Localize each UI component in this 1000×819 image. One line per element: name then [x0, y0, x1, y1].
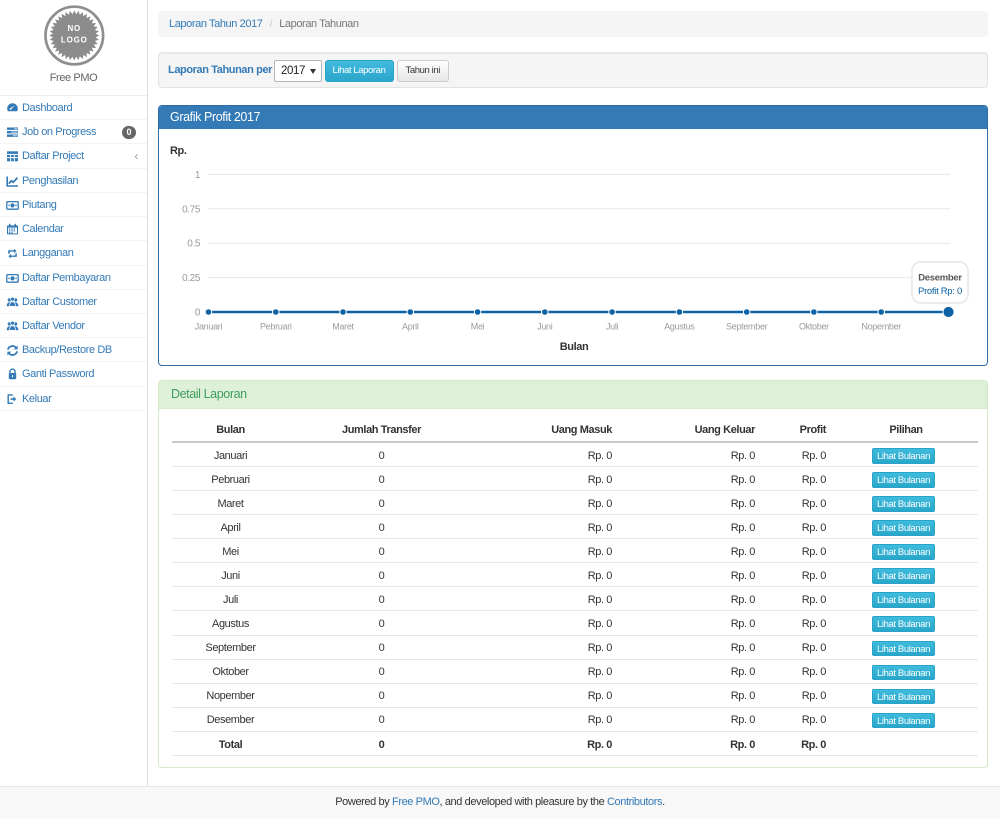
svg-text:Oktober: Oktober [799, 322, 829, 332]
svg-text:Profit Rp: 0: Profit Rp: 0 [918, 286, 962, 297]
svg-text:NO: NO [67, 24, 81, 33]
svg-text:Agustus: Agustus [664, 322, 695, 332]
svg-text:1: 1 [195, 170, 201, 181]
svg-text:Juni: Juni [537, 322, 553, 332]
svg-text:0.25: 0.25 [182, 273, 201, 284]
svg-text:LOGO: LOGO [61, 36, 88, 45]
svg-text:September: September [726, 322, 768, 332]
svg-text:0.75: 0.75 [182, 204, 201, 215]
svg-text:Maret: Maret [332, 322, 354, 332]
svg-text:Mei: Mei [471, 322, 485, 332]
svg-text:Juli: Juli [606, 322, 619, 332]
svg-text:0.5: 0.5 [187, 239, 201, 250]
svg-text:Desember: Desember [918, 273, 962, 284]
svg-text:0: 0 [195, 308, 201, 319]
svg-text:Januari: Januari [195, 322, 223, 332]
svg-text:Pebruari: Pebruari [260, 322, 292, 332]
svg-text:Bulan: Bulan [560, 341, 589, 353]
svg-text:Rp.: Rp. [170, 145, 187, 157]
svg-text:Nopember: Nopember [861, 322, 901, 332]
svg-text:April: April [402, 322, 419, 332]
